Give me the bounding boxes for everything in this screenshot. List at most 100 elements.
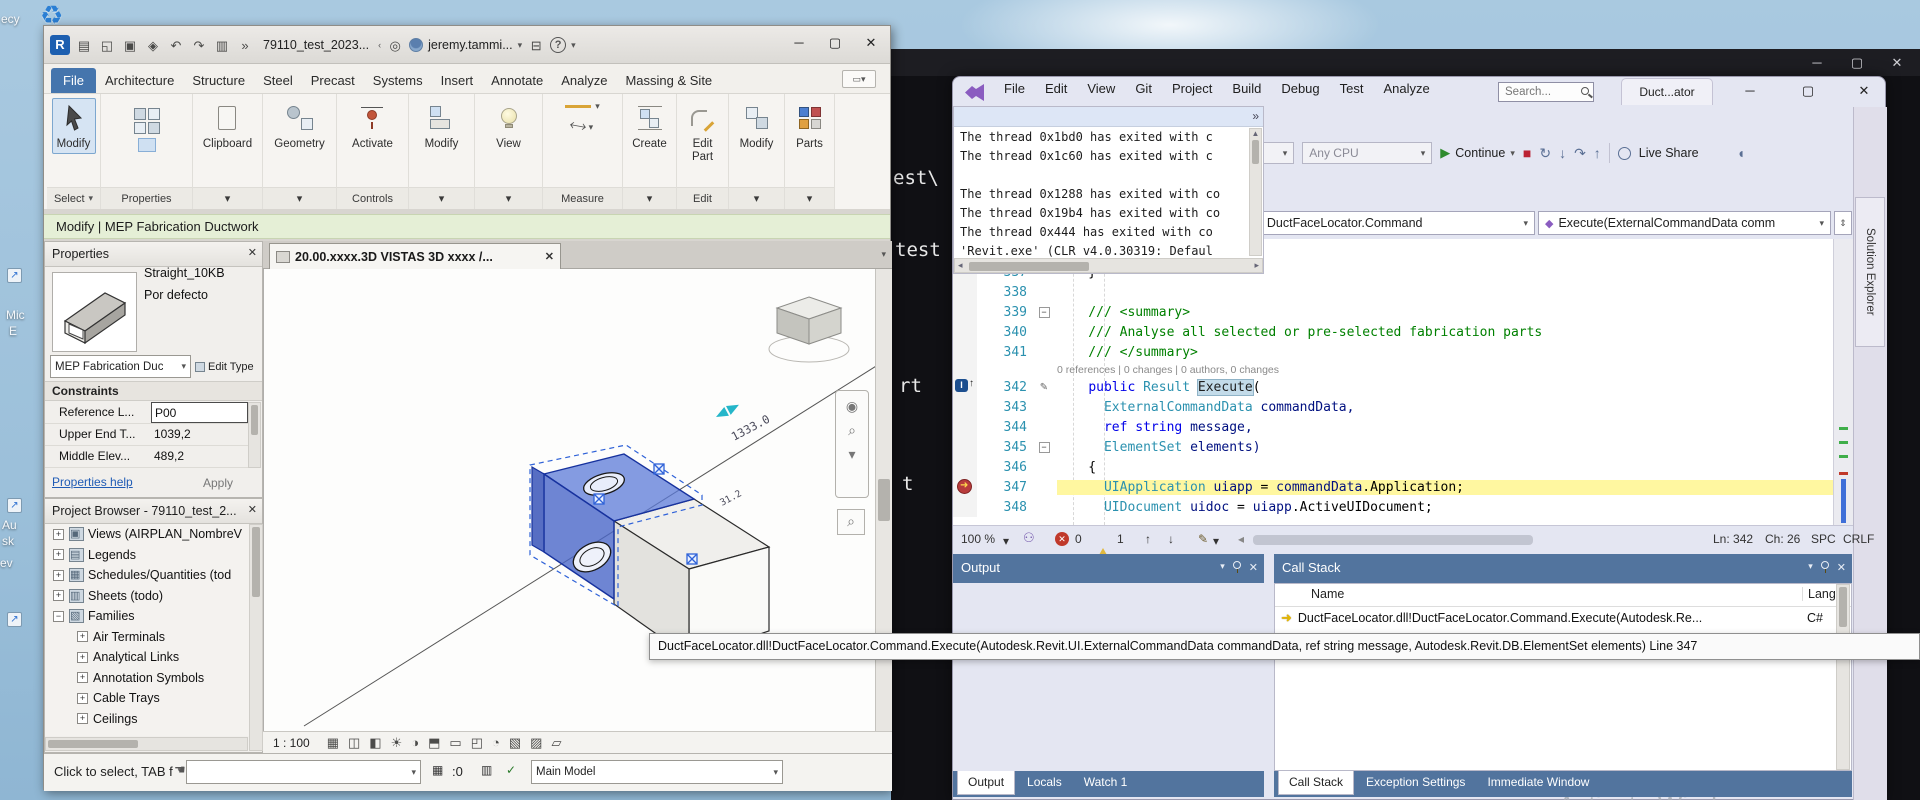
tree-expander-icon[interactable]: − [53,611,64,622]
code-line-346[interactable]: 346 { [953,457,1833,477]
displacement-icon[interactable]: ▱ [551,735,561,751]
desktop-shortcut-icon[interactable]: ↗ [7,612,22,627]
stop-debug-icon[interactable]: ■ [1523,145,1531,161]
ribbon-tab-steel[interactable]: Steel [254,68,302,93]
ribbon-tab-annotate[interactable]: Annotate [482,68,552,93]
panel-tab-exception-settings[interactable]: Exception Settings [1356,771,1475,795]
view-tab-3d[interactable]: 20.00.xxxx.3D VISTAS 3D xxxx /... ✕ [269,243,561,269]
browser-hscrollbar[interactable] [45,737,248,751]
ribbon-button-modify[interactable]: Modify [52,98,96,154]
editor-vscrollbar[interactable] [1833,239,1853,525]
tree-expander-icon[interactable]: + [77,672,88,683]
overflow-icon[interactable]: » [1252,109,1259,123]
tree-item-schedules-quantities-tod[interactable]: +▦Schedules/Quantities (tod [45,565,264,586]
panel-tab-output[interactable]: Output [957,771,1015,795]
next-issue-icon[interactable]: ↓ [1168,532,1174,546]
errors-icon[interactable]: ✕ [1055,532,1069,546]
menu-project[interactable]: Project [1163,77,1221,100]
panel-tab-locals[interactable]: Locals [1017,771,1072,795]
view-tab-list-chevron[interactable]: ▾ [881,249,886,260]
breakpoint-margin[interactable] [953,342,977,362]
tree-expander-icon[interactable]: + [77,693,88,704]
chevron-down-icon[interactable]: ▾ [836,446,868,463]
code-editor[interactable]: 336 }337 }338339− /// <summary>340 /// A… [953,239,1833,525]
scale-icon[interactable]: ▦ [327,735,339,751]
edit-type-button[interactable]: Edit Type [195,356,259,378]
member-dropdown[interactable]: ◆ Execute(ExternalCommandData comm▾ [1538,211,1831,235]
code-line-340[interactable]: 340 /// Analyse all selected or pre-sele… [953,322,1833,342]
vs-maximize-button[interactable]: ▢ [1793,83,1823,99]
ribbon-panel-label[interactable]: ▾ [729,187,784,209]
help-icon[interactable]: ? [550,37,566,53]
panel-tab-call-stack[interactable]: Call Stack [1278,771,1354,795]
tree-item-legends[interactable]: +▤Legends [45,545,264,566]
call-stack-frame[interactable]: ➜ DuctFaceLocator.dll!DuctFaceLocator.Co… [1275,607,1851,629]
vs-minimize-button[interactable]: ─ [1735,83,1765,98]
ribbon-tab-precast[interactable]: Precast [302,68,364,93]
zoom-icon[interactable]: ⌕ [836,422,868,439]
ribbon-panel-label[interactable]: Properties [101,187,192,209]
print-icon[interactable]: ▥ [213,36,231,54]
steering-wheel-icon[interactable]: ◉ [836,398,868,415]
tree-expander-icon[interactable]: + [77,631,88,642]
breakpoint-margin[interactable] [953,437,977,457]
tree-expander-icon[interactable]: + [53,549,64,560]
ribbon-button-activate[interactable]: Activate [347,98,398,154]
ribbon-panel-label[interactable]: Edit [677,187,728,209]
breakpoint-margin[interactable] [953,282,977,302]
code-line-348[interactable]: 348 UIDocument uidoc = uiapp.ActiveUIDoc… [953,497,1833,517]
tree-item-air-terminals[interactable]: +Air Terminals [45,627,264,648]
pin-icon[interactable] [1821,561,1829,569]
panel-tab-watch-1[interactable]: Watch 1 [1074,771,1138,795]
tree-item-views-airplan-nombrev[interactable]: +▣Views (AIRPLAN_NombreV [45,524,264,545]
property-value[interactable]: 1039,2 [154,427,246,441]
ribbon-panel-label[interactable]: Measure [543,187,622,209]
fold-collapse-icon[interactable]: − [1039,442,1050,453]
chevron-down-icon[interactable]: ▾ [518,40,523,51]
error-count[interactable]: 0 [1075,532,1082,546]
warning-count[interactable]: 1 [1117,532,1124,546]
tree-item-ceilings[interactable]: +Ceilings [45,709,264,730]
view-scale[interactable]: 1 : 100 [273,736,310,750]
workset-dropdown[interactable]: ▾ [186,760,421,784]
ribbon-button-edit-part[interactable]: Edit Part [677,98,728,167]
code-line-347[interactable]: 347 UIApplication uiapp = commandData.Ap… [953,477,1833,497]
ribbon-button-parts[interactable]: Parts [788,98,832,154]
property-value[interactable]: 489,2 [154,449,246,463]
ribbon-panel-label[interactable]: Controls [337,187,408,209]
breakpoint-margin[interactable] [953,417,977,437]
ribbon-panel-label[interactable]: ▾ [409,187,474,209]
code-cleanup-icon[interactable]: ✎ [1198,532,1208,546]
code-line-339[interactable]: 339− /// <summary> [953,302,1833,322]
chevron-left-icon[interactable]: ‹ [378,40,381,50]
apply-button[interactable]: Apply [203,476,233,490]
shadows-icon[interactable]: ◑ [411,735,419,751]
drawing-area[interactable]: 1333.0 31.2 ◉ ⌕ ▾ ⌕ [263,269,875,731]
properties-help-link[interactable]: Properties help [52,475,133,489]
ribbon-tab-massing-site[interactable]: Massing & Site [616,68,721,93]
revit-app-button[interactable]: R [50,35,70,55]
ribbon-button-view[interactable]: View [487,98,531,154]
ribbon-tab-file[interactable]: File [51,68,96,93]
crop-region-icon[interactable]: ▭ [449,735,461,751]
transfer-icon[interactable]: ◈ [144,36,162,54]
vs-close-button[interactable]: ✕ [1849,83,1879,99]
call-stack-title-bar[interactable]: Call Stack [1274,554,1852,583]
view-vscrollbar[interactable] [875,269,892,731]
codelens-info[interactable]: 0 references | 0 changes | 0 authors, 0 … [1057,364,1833,376]
breakpoint-margin[interactable] [953,302,977,322]
crop-view-icon[interactable]: ⬒ [428,735,440,751]
doc-icon[interactable]: ▤ [75,36,93,54]
property-value-input[interactable]: P00 [151,402,248,423]
breakpoint-margin[interactable] [953,322,977,342]
search-icon[interactable]: ◎ [386,36,404,54]
menu-test[interactable]: Test [1331,77,1373,100]
undo-icon[interactable]: ↶ [167,36,185,54]
console-minimize-button[interactable]: ─ [1800,49,1834,76]
editable-only-icon[interactable]: ▦ [432,763,443,777]
filter-icon[interactable]: ▥ [481,763,492,777]
ribbon-button-create[interactable]: Create [627,98,672,154]
split-window-button[interactable]: ⇕ [1834,211,1852,235]
lock-view-icon[interactable]: ◰ [471,735,483,751]
breakpoint-current-line-icon[interactable] [957,479,972,494]
